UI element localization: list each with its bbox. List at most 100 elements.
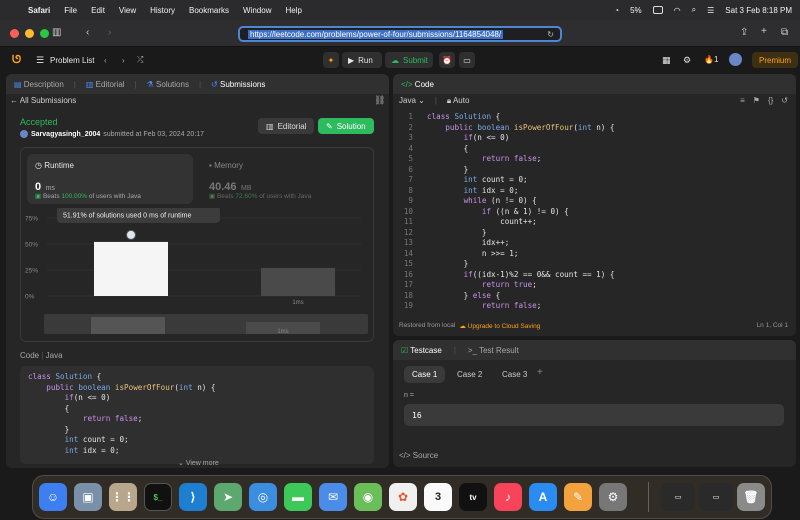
solution-button[interactable]: ✎ Solution [318, 118, 374, 134]
tab-description[interactable]: ▤ Description [14, 80, 64, 89]
safari-icon[interactable]: ◎ [249, 483, 277, 511]
recent-window-icon[interactable]: ▭ [699, 483, 733, 511]
problem-list-link[interactable]: Problem List [50, 56, 94, 65]
menu-window[interactable]: Window [243, 6, 271, 15]
memory-card[interactable]: ▪ Memory 40.46 MB ▣ Beats 72.60% of user… [201, 154, 367, 204]
tab-test-result[interactable]: >_ Test Result [468, 346, 519, 355]
clock[interactable]: Sat 3 Feb 8:18 PM [725, 6, 792, 15]
preview-icon[interactable]: ▣ [74, 483, 102, 511]
submitted-time: submitted at Feb 03, 2024 20:17 [103, 130, 205, 138]
avatar[interactable] [729, 53, 742, 66]
launchpad-icon[interactable]: ⋮⋮ [109, 483, 137, 511]
prev-problem-icon[interactable]: ‹ [104, 56, 107, 65]
auto-mode-toggle[interactable]: 🔒︎ Auto [447, 96, 470, 106]
next-problem-icon[interactable]: › [122, 56, 125, 65]
editor-line-text: if((idx-1)%2 == 0&& count == 1) { [463, 269, 615, 279]
all-submissions-link[interactable]: ← All Submissions [10, 96, 76, 105]
layout-icon[interactable]: ▦ [662, 55, 671, 66]
streak-counter[interactable]: 🔥1 [704, 55, 718, 64]
forward-icon[interactable]: › [108, 27, 111, 38]
notes-icon[interactable]: ▭ [459, 52, 475, 68]
system-settings-icon[interactable]: ⚙ [599, 483, 627, 511]
app-store-icon[interactable]: A [529, 483, 557, 511]
menu-app-name[interactable]: Safari [28, 6, 50, 15]
reload-icon[interactable]: ↻ [547, 30, 554, 39]
mail-icon[interactable]: ✉ [319, 483, 347, 511]
x-tick-label: 1ms [292, 300, 303, 306]
finder-icon[interactable]: ☺ [39, 483, 67, 511]
minimize-window-button[interactable] [25, 28, 34, 38]
upgrade-cloud-link[interactable]: ☁ Upgrade to Cloud Saving [459, 322, 540, 330]
menu-help[interactable]: Help [285, 6, 301, 15]
alarm-icon[interactable]: ⏰ [439, 52, 455, 68]
menu-edit[interactable]: Edit [91, 6, 105, 15]
view-more-link[interactable]: ⌄ View more [178, 459, 219, 467]
share-icon[interactable]: ⇪ [740, 27, 748, 38]
maps-icon[interactable]: ➤ [214, 483, 242, 511]
search-icon[interactable]: ⌕ [692, 5, 696, 15]
vscode-icon[interactable]: ⟩ [179, 483, 207, 511]
find-my-icon[interactable]: ◉ [354, 483, 382, 511]
calendar-icon[interactable]: 3 [424, 483, 452, 511]
editorial-button[interactable]: ▥ Editorial [258, 118, 315, 134]
username[interactable]: Sarvagyasingh_2004 [31, 131, 100, 138]
case-1-tab[interactable]: Case 1 [404, 366, 446, 383]
code-tab[interactable]: </> Code [401, 80, 434, 89]
tab-submissions[interactable]: ↺ Submissions [211, 80, 265, 89]
tab-solutions[interactable]: ⚗ Solutions [147, 80, 189, 89]
leetcode-logo[interactable]: ᘎ [12, 54, 21, 67]
apple-tv-icon[interactable]: tv [459, 483, 487, 511]
shuffle-icon[interactable]: ⤮ [137, 55, 143, 65]
recent-window-icon[interactable]: ▭ [661, 483, 695, 511]
wifi-icon[interactable]: ◠ [674, 6, 681, 15]
music-icon[interactable]: ♪ [494, 483, 522, 511]
menu-history[interactable]: History [150, 6, 175, 15]
status-icon[interactable]: ◔ [614, 6, 619, 15]
runtime-card[interactable]: ◷ Runtime 0 ms ▣ Beats 100.00% of users … [27, 154, 193, 204]
close-window-button[interactable] [10, 28, 19, 38]
editor-line: 14 n >>= 1; [393, 249, 796, 260]
settings-icon[interactable]: ⚙ [683, 55, 691, 66]
editor-line-text: idx++; [427, 238, 510, 247]
case-3-tab[interactable]: Case 3 [494, 366, 535, 383]
chart-bar [94, 241, 168, 296]
braces-icon[interactable]: {} [768, 96, 773, 105]
y-tick-label: 0% [25, 294, 35, 301]
new-tab-icon[interactable]: + [761, 26, 767, 37]
premium-button[interactable]: Premium [752, 52, 799, 68]
tab-editorial[interactable]: ▥ Editorial [86, 80, 125, 89]
param-value-input[interactable]: 16 [404, 404, 784, 426]
overview-bar [91, 317, 165, 334]
zoom-window-button[interactable] [40, 28, 49, 38]
control-center-icon[interactable]: ☰ [707, 6, 714, 15]
code-editor[interactable]: 1 class Solution {2 public boolean isPowe… [393, 112, 796, 322]
trash-icon[interactable]: 🗑︎ [737, 483, 765, 511]
submitted-code-block[interactable]: class Solution { public boolean isPowerO… [20, 366, 374, 464]
language-select[interactable]: Java ⌄ [399, 96, 425, 106]
bookmark-icon[interactable]: ⚑ [753, 96, 760, 105]
add-case-icon[interactable]: + [537, 367, 543, 378]
tab-overview-icon[interactable]: ⧉ [781, 27, 788, 38]
battery-icon[interactable] [652, 6, 663, 14]
terminal-icon[interactable]: $_ [144, 483, 172, 511]
pages-icon[interactable]: ✎ [564, 483, 592, 511]
format-icon[interactable]: ≡ [740, 96, 745, 105]
back-icon[interactable]: ‹ [86, 27, 89, 38]
photos-icon[interactable]: ✿ [389, 483, 417, 511]
debug-icon[interactable]: ✦ [323, 52, 339, 68]
menu-view[interactable]: View [119, 6, 136, 15]
messages-icon[interactable]: ▬ [284, 483, 312, 511]
url-bar[interactable]: https://leetcode.com/problems/power-of-f… [238, 26, 562, 42]
submit-button[interactable]: ☁ Submit [385, 52, 433, 68]
reset-icon[interactable]: ↺ [781, 96, 788, 105]
editor-line-text: if(n <= 0) [463, 133, 510, 142]
source-link[interactable]: </> Source [399, 451, 438, 460]
sidebar-icon[interactable]: ▥ [52, 27, 61, 38]
tab-testcase[interactable]: ☑ Testcase [401, 346, 442, 355]
case-2-tab[interactable]: Case 2 [449, 366, 490, 383]
menu-file[interactable]: File [64, 6, 77, 15]
run-button[interactable]: ▶ Run [342, 52, 382, 68]
link-icon[interactable]: ⛓ [374, 95, 385, 106]
menu-bookmarks[interactable]: Bookmarks [189, 6, 229, 15]
runtime-distribution-chart[interactable]: 75% 50% 25% 0% 1ms 51.91% of solutions used 0… [21, 208, 375, 338]
